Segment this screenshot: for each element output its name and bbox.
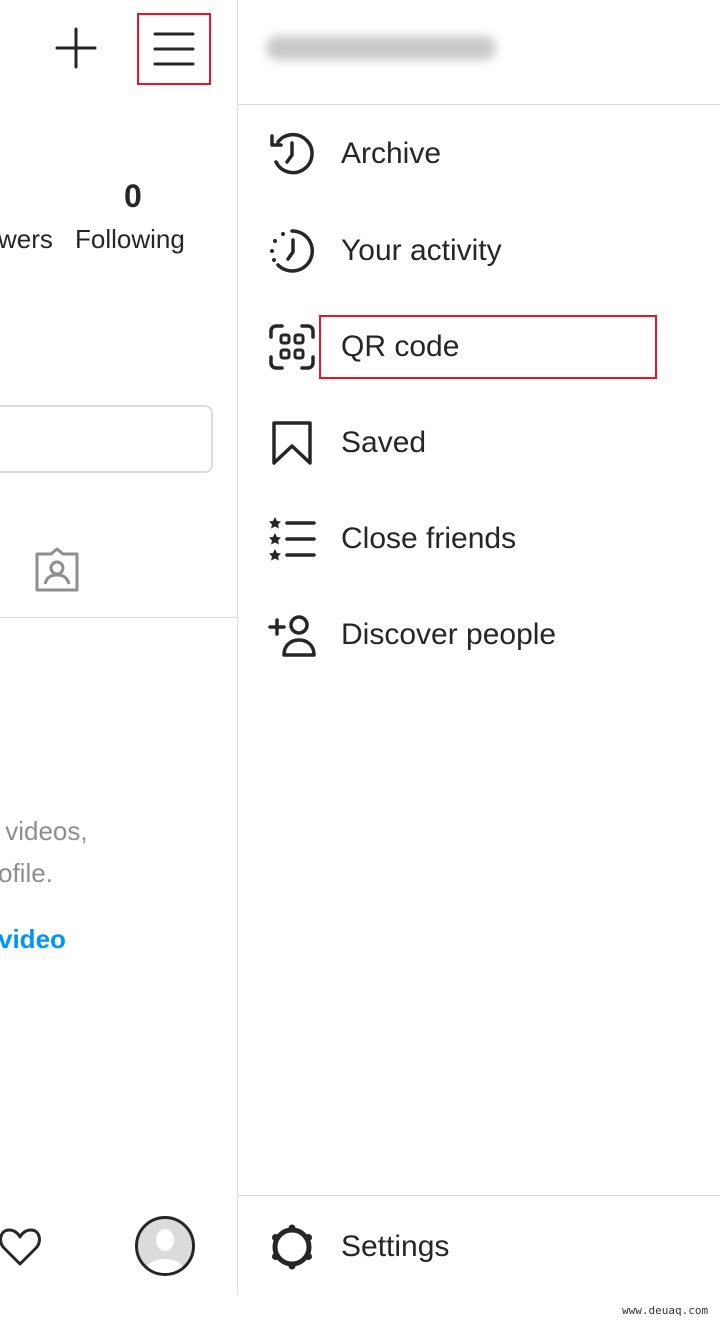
menu-item-settings[interactable]: Settings — [238, 1199, 720, 1295]
drawer-header-divider — [238, 104, 720, 105]
close-friends-icon — [269, 517, 316, 561]
tagged-tab[interactable] — [33, 546, 81, 594]
qr-code-highlight — [319, 315, 657, 379]
menu-item-label: Close friends — [341, 522, 517, 555]
activity-icon — [270, 229, 315, 273]
bookmark-icon — [272, 421, 312, 465]
add-person-icon — [268, 615, 316, 657]
new-post-button[interactable] — [54, 26, 98, 70]
empty-text-line2: ofile. — [0, 858, 53, 888]
heart-icon — [0, 1228, 41, 1266]
following-label[interactable]: Following — [75, 224, 185, 255]
following-count[interactable]: 0 — [124, 178, 142, 215]
avatar-placeholder-icon — [147, 1229, 183, 1273]
gear-icon — [272, 1224, 312, 1270]
tagged-person-icon — [35, 547, 79, 592]
followers-label[interactable]: wers — [0, 224, 53, 255]
tabs-divider — [0, 617, 237, 618]
menu-item-close-friends[interactable]: Close friends — [238, 491, 720, 587]
menu-item-label: Your activity — [341, 234, 502, 267]
settings-divider — [238, 1195, 720, 1196]
menu-item-label: Settings — [341, 1230, 450, 1263]
menu-button[interactable] — [137, 13, 211, 85]
qr-code-icon — [269, 324, 315, 370]
watermark: www.deuaq.com — [622, 1304, 709, 1317]
menu-item-label: Discover people — [341, 618, 557, 651]
archive-icon — [270, 132, 314, 175]
hamburger-icon — [153, 32, 195, 66]
empty-text-line1: videos, — [0, 816, 88, 846]
edit-profile-button[interactable] — [0, 405, 213, 473]
menu-item-your-activity[interactable]: Your activity — [238, 203, 720, 299]
menu-item-archive[interactable]: Archive — [238, 106, 720, 202]
activity-tab[interactable] — [0, 1222, 44, 1270]
menu-item-label: Archive — [341, 137, 442, 170]
menu-item-discover-people[interactable]: Discover people — [238, 587, 720, 683]
menu-item-saved[interactable]: Saved — [238, 395, 720, 491]
plus-icon — [55, 27, 97, 69]
profile-tab-avatar[interactable] — [135, 1216, 195, 1276]
menu-item-label: Saved — [341, 426, 427, 459]
username-blurred — [266, 36, 496, 60]
add-video-link[interactable]: video — [0, 924, 66, 955]
